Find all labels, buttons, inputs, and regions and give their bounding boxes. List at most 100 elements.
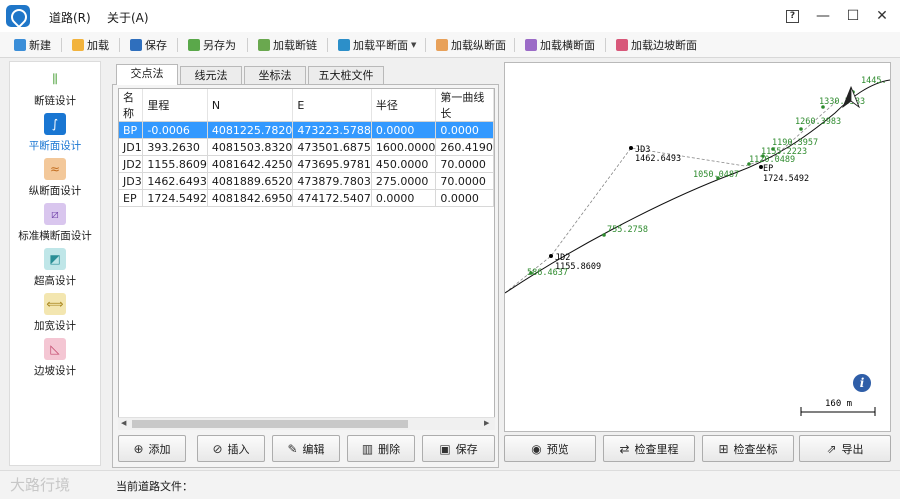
tab-coordinate-method[interactable]: 坐标法 [244,66,306,85]
table-cell[interactable]: 1462.6493 [142,172,208,190]
table-cell[interactable]: 0.0000 [435,121,494,139]
save-as-icon [188,39,200,51]
table-cell[interactable]: -0.0006 [142,121,208,139]
tab-element-method[interactable]: 线元法 [180,66,242,85]
table-cell[interactable]: 4081842.6950 [207,189,294,207]
station-label: 586.4637 [527,268,568,278]
pi-method-panel: 交点法 线元法 坐标法 五大桩文件 名称 里程 N E 半径 第一曲线长 BP … [112,64,499,468]
column-header-radius[interactable]: 半径 [371,89,437,122]
minimize-button[interactable]: — [813,6,833,26]
scale-label: 160 m [825,399,852,409]
sidebar-item-horizontal[interactable]: ∫ 平断面设计 [10,113,100,153]
export-button[interactable]: ⇗ 导出 [799,435,891,462]
info-icon[interactable]: i [853,374,871,392]
table-row[interactable]: EP 1724.5492 4081842.6950 474172.5407 0.… [119,189,494,207]
station-label: 1050.0487 [693,170,739,180]
table-cell[interactable]: 1600.0000 [371,138,437,156]
load-cross-button[interactable]: 加载横断面 [525,36,595,54]
table-cell[interactable]: JD1 [119,138,144,156]
preview-button[interactable]: ◉ 预览 [504,435,596,462]
chain-break-icon: ⫼ [52,71,58,86]
column-header-e[interactable]: E [292,89,372,122]
table-cell[interactable]: 473223.5788 [292,121,372,139]
table-cell[interactable]: 0.0000 [435,189,494,207]
load-slope-button[interactable]: 加载边坡断面 [616,36,697,54]
pi-table[interactable]: 名称 里程 N E 半径 第一曲线长 BP -0.0006 4081225.78… [118,88,495,430]
save-button[interactable]: ▣ 保存 [422,435,495,462]
help-button[interactable]: ? [786,10,799,23]
table-row[interactable]: JD2 1155.8609 4081642.4250 473695.9781 4… [119,155,494,173]
table-cell[interactable]: 260.4190 [435,138,494,156]
add-button[interactable]: ⊕ 添加 [118,435,186,462]
scale-bar: 160 m [800,399,876,416]
horizontal-scrollbar[interactable]: ◀ ▶ [118,417,495,430]
table-cell[interactable]: 473695.9781 [292,155,372,173]
maximize-button[interactable]: ☐ [843,6,863,26]
table-row[interactable]: JD3 1462.6493 4081889.6520 473879.7803 2… [119,172,494,190]
table-row[interactable]: JD1 393.2630 4081503.8320 473501.6875 16… [119,138,494,156]
slope-toolbar-icon [616,39,628,51]
scroll-right-icon[interactable]: ▶ [484,419,489,427]
menu-road[interactable]: 道路(R) [49,9,91,26]
horizontal-alignment-icon: ∫ [44,113,66,135]
table-cell[interactable]: 0.0000 [371,189,437,207]
table-cell[interactable]: 4081503.8320 [207,138,294,156]
table-cell[interactable]: 4081642.4250 [207,155,294,173]
sidebar-item-superelevation[interactable]: ◩ 超高设计 [10,248,100,288]
insert-button[interactable]: ⊘ 插入 [197,435,265,462]
load-chain-break-button[interactable]: 加载断链 [258,36,317,54]
table-row[interactable]: BP -0.0006 4081225.7820 473223.5788 0.00… [119,121,494,139]
table-cell[interactable]: 70.0000 [435,155,494,173]
table-cell[interactable]: 1724.5492 [142,189,208,207]
delete-button[interactable]: ▥ 删除 [347,435,415,462]
new-button[interactable]: 新建 [14,36,51,54]
table-cell[interactable]: EP [119,189,144,207]
alignment-drawing[interactable]: JD2 1155.8609 JD3 1462.6493 EP 1724.5492… [504,62,891,432]
table-cell[interactable]: 275.0000 [371,172,437,190]
save-toolbar-button[interactable]: 保存 [130,36,167,54]
save-disk-icon [130,39,142,51]
table-cell[interactable]: 4081889.6520 [207,172,294,190]
edit-button[interactable]: ✎ 编辑 [272,435,340,462]
check-mileage-icon: ⇄ [619,441,630,456]
tab-pi-method[interactable]: 交点法 [116,64,178,85]
table-cell[interactable]: 1155.8609 [142,155,208,173]
table-cell[interactable]: BP [119,121,144,139]
new-file-icon [14,39,26,51]
check-coords-button[interactable]: ⊞ 检查坐标 [702,435,794,462]
menu-about[interactable]: 关于(A) [107,9,149,26]
sidebar-item-chain-break[interactable]: ⫼ 断链设计 [10,68,100,108]
scroll-left-icon[interactable]: ◀ [121,419,126,427]
check-mileage-button[interactable]: ⇄ 检查里程 [603,435,695,462]
column-header-first-curve-length[interactable]: 第一曲线长 [435,89,494,122]
scrollbar-thumb[interactable] [132,420,408,428]
sidebar-item-vertical[interactable]: ≈ 纵断面设计 [10,158,100,198]
table-cell[interactable]: 473501.6875 [292,138,372,156]
column-header-mileage[interactable]: 里程 [142,89,208,122]
column-header-n[interactable]: N [207,89,294,122]
insert-icon: ⊘ [212,441,223,456]
table-cell[interactable]: JD2 [119,155,144,173]
sidebar-item-cross-section[interactable]: ⧄ 标准横断面设计 [10,203,100,243]
check-coords-icon: ⊞ [718,441,729,456]
table-cell[interactable]: 70.0000 [435,172,494,190]
save-as-button[interactable]: 另存为 [188,36,236,54]
sidebar-item-slope[interactable]: ◺ 边坡设计 [10,338,100,378]
eye-icon: ◉ [531,441,542,456]
cross-section-toolbar-icon [525,39,537,51]
station-label: 1190.3957 [772,138,818,148]
table-cell[interactable]: 450.0000 [371,155,437,173]
tab-five-stakes-file[interactable]: 五大桩文件 [308,66,384,85]
table-cell[interactable]: 393.2630 [142,138,208,156]
table-cell[interactable]: 473879.7803 [292,172,372,190]
column-header-name[interactable]: 名称 [119,89,144,122]
load-horizontal-button[interactable]: 加载平断面 ▼ [338,36,416,54]
close-button[interactable]: ✕ [872,6,892,26]
load-vertical-button[interactable]: 加载纵断面 [436,36,506,54]
table-cell[interactable]: 0.0000 [371,121,437,139]
table-cell[interactable]: JD3 [119,172,144,190]
table-cell[interactable]: 474172.5407 [292,189,372,207]
sidebar-item-widening[interactable]: ⟺ 加宽设计 [10,293,100,333]
table-cell[interactable]: 4081225.7820 [207,121,294,139]
load-button[interactable]: 加载 [72,36,109,54]
